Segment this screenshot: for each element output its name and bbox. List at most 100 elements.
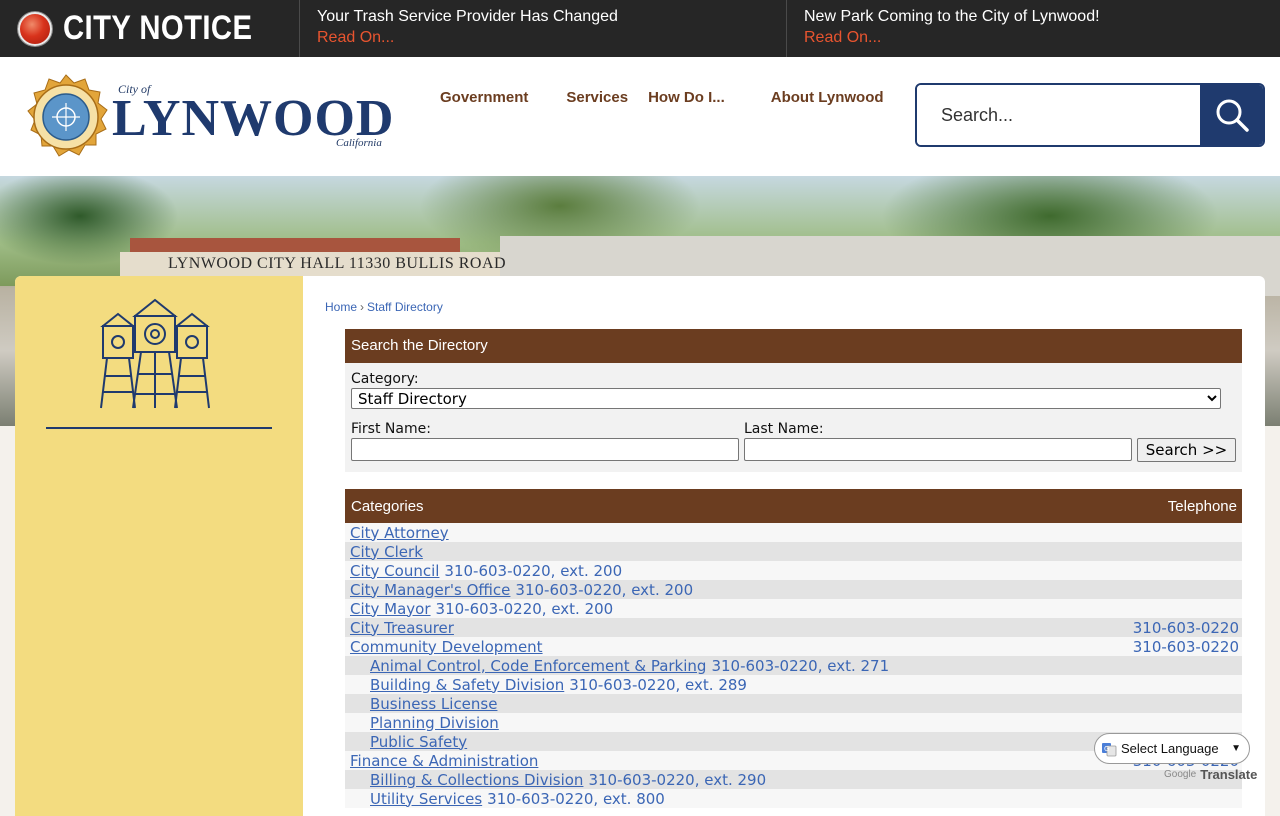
category-cell: Utility Services 310-603-0220, ext. 800	[370, 790, 665, 808]
powered-by-google-translate[interactable]: Google Translate	[1164, 767, 1257, 782]
category-link[interactable]: Community Development	[350, 638, 543, 656]
category-row: Animal Control, Code Enforcement & Parki…	[345, 656, 1242, 675]
breadcrumb-home-link[interactable]: Home	[325, 300, 357, 314]
category-cell: Billing & Collections Division 310-603-02…	[370, 771, 766, 789]
category-phone: 310-603-0220	[1132, 618, 1239, 637]
banner-sign-text: LYNWOOD CITY HALL 11330 BULLIS ROAD	[168, 255, 507, 272]
notice-headline: New Park Coming to the City of Lynwood!	[804, 8, 1100, 25]
category-select[interactable]: Staff Directory	[351, 388, 1221, 409]
nav-item-how-do-i[interactable]: How Do I...	[648, 89, 725, 106]
city-notice-bar: CITY NOTICE Your Trash Service Provider …	[0, 0, 1280, 57]
last-name-label: Last Name:	[744, 421, 824, 437]
category-link[interactable]: Building & Safety Division	[370, 676, 564, 694]
category-cell: Finance & Administration	[350, 752, 538, 770]
category-cell: City Attorney	[350, 524, 449, 542]
category-row: Utility Services 310-603-0220, ext. 800	[345, 789, 1242, 808]
breadcrumb-current-link[interactable]: Staff Directory	[367, 300, 443, 314]
category-link[interactable]: Billing & Collections Division	[370, 771, 583, 789]
directory-search-button[interactable]: Search >>	[1137, 438, 1236, 462]
nav-item-services[interactable]: Services	[566, 89, 628, 106]
logo-state: California	[336, 137, 382, 149]
category-row: Business License	[345, 694, 1242, 713]
category-cell: City Manager's Office 310-603-0220, ext. …	[350, 581, 693, 599]
category-phone: 310-603-0220, ext. 289	[569, 675, 747, 694]
category-cell: Building & Safety Division 310-603-0220, …	[370, 676, 747, 694]
category-row: City Mayor 310-603-0220, ext. 200	[345, 599, 1242, 618]
main-content: Home › Staff Directory Search the Director…	[325, 300, 1255, 808]
city-notice-title: CITY NOTICE	[63, 9, 253, 47]
first-name-label: First Name:	[351, 421, 431, 437]
nav-item-about-lynwood[interactable]: About Lynwood	[771, 89, 884, 106]
category-row: City Treasurer 310-603-0220	[345, 618, 1242, 637]
breadcrumb-separator: ›	[360, 300, 365, 314]
category-phone: 310-603-0220, ext. 200	[444, 561, 623, 580]
category-row: City Attorney	[345, 523, 1242, 542]
category-link[interactable]: City Mayor	[350, 600, 431, 618]
category-phone: 310-603-0220, ext. 271	[711, 656, 890, 675]
category-phone: 310-603-0220, ext. 200	[515, 580, 694, 599]
telephone-column-header: Telephone	[1167, 497, 1237, 515]
search-icon	[1216, 99, 1249, 132]
category-cell: Business License	[370, 695, 497, 713]
category-cell: Animal Control, Code Enforcement & Parki…	[370, 657, 889, 675]
language-select-label: Select Language	[1121, 741, 1219, 756]
svg-text:G: G	[1104, 745, 1109, 753]
category-cell: City Mayor 310-603-0220, ext. 200	[350, 600, 613, 618]
site-header: City of LYNWOOD California Government Se…	[0, 57, 1280, 176]
site-search-button[interactable]	[1200, 85, 1263, 145]
category-link[interactable]: Utility Services	[370, 790, 482, 808]
category-link[interactable]: Public Safety	[370, 733, 467, 751]
directory-search-panel: Search the Directory Category: Staff Dir…	[345, 329, 1242, 472]
category-link[interactable]: Business License	[370, 695, 497, 713]
category-cell: City Council 310-603-0220, ext. 200	[350, 562, 622, 580]
content-card: Home › Staff Directory Search the Director…	[15, 276, 1265, 816]
first-name-input[interactable]	[351, 438, 739, 461]
category-phone: 310-603-0220, ext. 290	[588, 770, 767, 789]
category-phone: 310-603-0220	[1132, 637, 1239, 656]
google-wordmark: Google	[1164, 769, 1197, 780]
main-nav: Government Services How Do I... About Ly…	[440, 89, 922, 106]
category-link[interactable]: City Manager's Office	[350, 581, 510, 599]
last-name-input[interactable]	[744, 438, 1132, 461]
city-seal-icon	[27, 74, 108, 157]
site-search-input[interactable]	[917, 85, 1200, 145]
category-link[interactable]: Planning Division	[370, 714, 499, 732]
directory-search-form: Category: Staff Directory First Name: La…	[345, 363, 1242, 472]
category-link[interactable]: City Treasurer	[350, 619, 454, 637]
category-row: Planning Division	[345, 713, 1242, 732]
sidebar	[15, 276, 303, 816]
notice-read-on-link[interactable]: Read On...	[317, 27, 394, 49]
category-link[interactable]: City Clerk	[350, 543, 423, 561]
category-row: Building & Safety Division 310-603-0220, …	[345, 675, 1242, 694]
category-link[interactable]: City Attorney	[350, 524, 449, 542]
nav-item-government[interactable]: Government	[440, 89, 528, 106]
notice-item-park: New Park Coming to the City of Lynwood! …	[787, 0, 1280, 57]
categories-table-header: Categories Telephone	[345, 489, 1242, 523]
site-search	[915, 83, 1265, 147]
category-cell: Community Development	[350, 638, 543, 656]
category-cell: City Treasurer	[350, 619, 454, 637]
breadcrumb: Home › Staff Directory	[325, 300, 1255, 329]
directory-search-heading: Search the Directory	[345, 329, 1242, 363]
first-name-group: First Name:	[351, 420, 744, 462]
last-name-group: Last Name:	[744, 420, 1137, 462]
language-select[interactable]: G Select Language ▼	[1094, 733, 1250, 764]
water-towers-icon	[100, 298, 210, 409]
chevron-down-icon: ▼	[1231, 743, 1241, 754]
notice-headline: Your Trash Service Provider Has Changed	[317, 8, 618, 25]
categories-column-header: Categories	[351, 497, 424, 515]
category-link[interactable]: Finance & Administration	[350, 752, 538, 770]
category-link[interactable]: Animal Control, Code Enforcement & Parki…	[370, 657, 706, 675]
category-link[interactable]: City Council	[350, 562, 439, 580]
category-label: Category:	[351, 371, 419, 387]
city-logo[interactable]: City of LYNWOOD California	[22, 73, 402, 161]
category-row: City Clerk	[345, 542, 1242, 561]
category-row: Community Development 310-603-0220	[345, 637, 1242, 656]
category-row: City Manager's Office 310-603-0220, ext. …	[345, 580, 1242, 599]
name-fields-row: First Name: Last Name: Search >>	[351, 420, 1236, 462]
category-row: Billing & Collections Division 310-603-02…	[345, 770, 1242, 789]
category-cell: City Clerk	[350, 543, 423, 561]
notice-read-on-link[interactable]: Read On...	[804, 27, 881, 49]
alert-light-icon	[18, 11, 52, 46]
translate-word: Translate	[1200, 767, 1258, 782]
